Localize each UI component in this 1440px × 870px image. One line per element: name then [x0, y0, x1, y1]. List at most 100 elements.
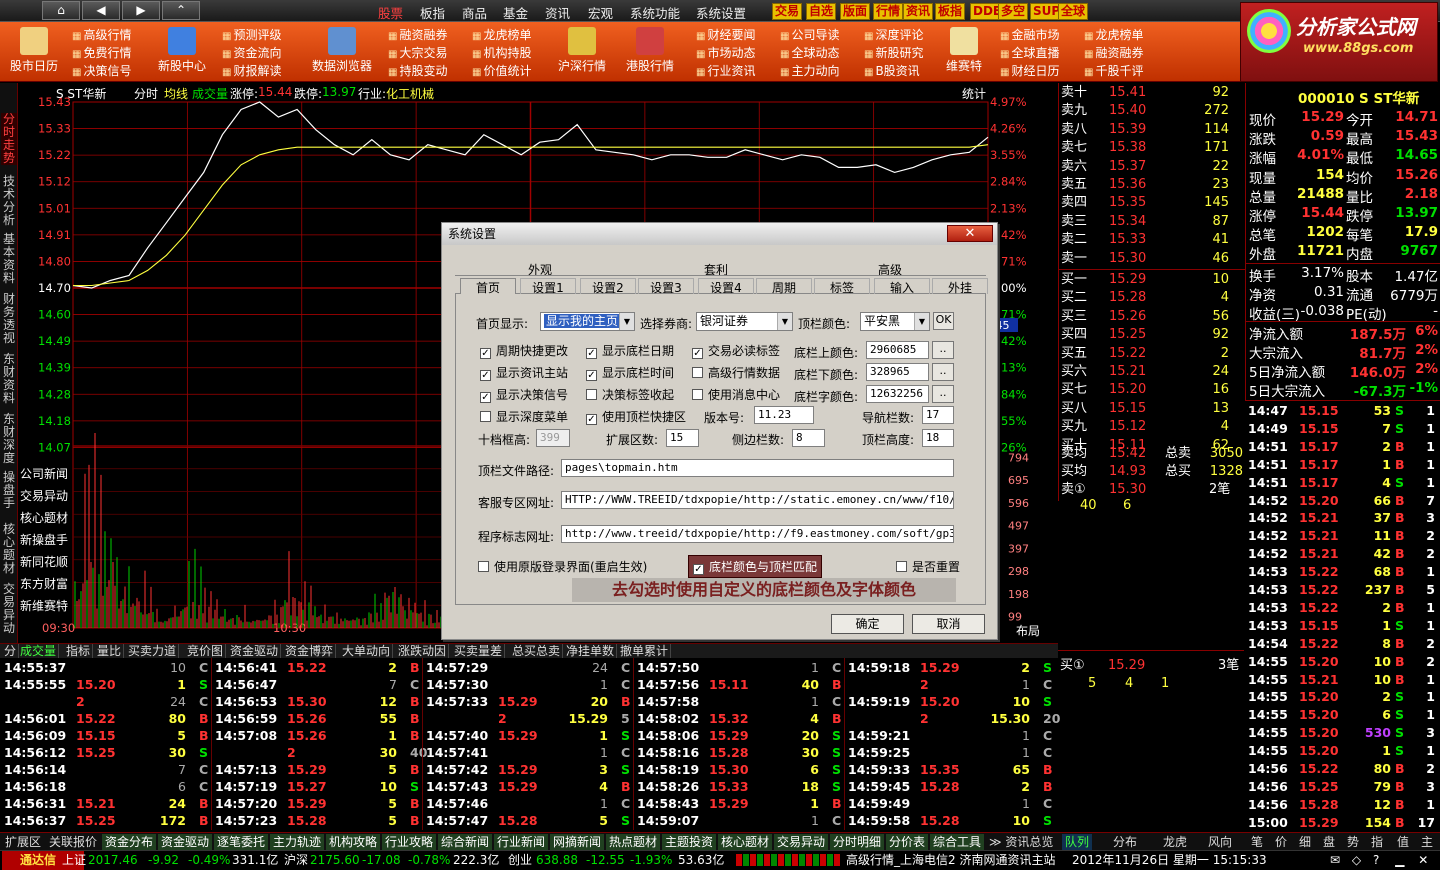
news-link-0[interactable]: 公司新闻: [20, 465, 68, 482]
nav-button-0[interactable]: ⌂: [42, 1, 80, 20]
bottom-tab-2[interactable]: 资金分布: [102, 834, 157, 850]
bar-bottom-color-input[interactable]: 328965: [866, 363, 929, 381]
toolbar-item-26[interactable]: 千股千评: [1084, 62, 1143, 79]
news-link-2[interactable]: 核心题材: [20, 509, 68, 526]
side-tab-8[interactable]: 交易异动: [1, 583, 17, 635]
toolbar-item-14[interactable]: 行业资讯: [696, 62, 755, 79]
bottom-tab-4[interactable]: 逐笔委托: [214, 834, 269, 850]
panel-tab-8[interactable]: 势: [1344, 834, 1362, 850]
bottom-tab-13[interactable]: 核心题材: [718, 834, 773, 850]
toolbar-item-16[interactable]: 全球动态: [780, 44, 839, 61]
option-3[interactable]: ✓ 显示资讯主站: [480, 364, 568, 381]
bottom-tab-3[interactable]: 资金驱动: [158, 834, 213, 850]
option-0[interactable]: ✓ 周期快捷更改: [480, 342, 568, 359]
option-2[interactable]: ✓ 交易必读标签: [692, 342, 780, 359]
panel-tab-1[interactable]: 分布: [1110, 834, 1140, 850]
toolbar-item-25[interactable]: 融资融券: [1084, 44, 1143, 61]
news-link-1[interactable]: 交易异动: [20, 487, 68, 504]
toolbar-item-1[interactable]: 免费行情: [72, 44, 131, 61]
toolbar-item-17[interactable]: 主力动向: [780, 62, 839, 79]
toolbar-item-23[interactable]: 财经日历: [1000, 62, 1059, 79]
toolbar-item-0[interactable]: 高级行情: [72, 26, 131, 43]
toolbar-big-5[interactable]: 维赛特: [932, 24, 996, 80]
mode-tab-vol[interactable]: 成交量: [192, 85, 228, 102]
bottom-tab-5[interactable]: 主力轨迹: [270, 834, 325, 850]
quick-5[interactable]: 板指: [935, 3, 966, 20]
dialog-tab-5[interactable]: 周期: [756, 278, 812, 295]
option-10[interactable]: ✓ 使用顶栏快捷区: [586, 408, 686, 425]
quick-2[interactable]: 版面: [840, 3, 871, 20]
dialog-title[interactable]: 系统设置: [442, 223, 997, 245]
quick-4[interactable]: 资讯: [903, 3, 934, 20]
option-5[interactable]: 高级行情数据: [692, 364, 780, 381]
nav-button-1[interactable]: ◀: [82, 1, 120, 20]
nav-button-2[interactable]: ▶: [122, 1, 160, 20]
side-tab-7[interactable]: 核心题材: [1, 523, 17, 575]
dialog-tab-1[interactable]: 设置1: [520, 278, 576, 295]
bottom-tab-11[interactable]: 热点题材: [606, 834, 661, 850]
layout-button[interactable]: 布局: [1016, 622, 1040, 639]
bar-color-select[interactable]: 平安黑 ▼: [860, 312, 930, 331]
dialog-tab-2[interactable]: 设置2: [580, 278, 636, 295]
subtab-0[interactable]: 分: [2, 644, 20, 658]
home-display-select[interactable]: 显示我的主页 ▼: [540, 312, 635, 331]
toolbar-item-13[interactable]: 市场动态: [696, 44, 755, 61]
toolbar-item-12[interactable]: 财经要闻: [696, 26, 755, 43]
dialog-tab-8[interactable]: 外挂: [932, 278, 988, 295]
mode-tab-avg[interactable]: 均线: [164, 85, 188, 102]
bottom-tab-0[interactable]: 扩展区: [2, 834, 44, 850]
apply-color-button[interactable]: OK: [933, 312, 954, 330]
option-8[interactable]: 使用消息中心: [692, 386, 780, 403]
subtab-10[interactable]: 买卖量差: [452, 644, 506, 658]
dialog-tab-0[interactable]: 首页: [460, 278, 516, 295]
quick-9[interactable]: 全球: [1058, 3, 1089, 20]
subtab-8[interactable]: 大单动向: [340, 644, 394, 658]
toolbar-item-8[interactable]: 持股变动: [388, 62, 447, 79]
panel-tab-6[interactable]: 细: [1296, 834, 1314, 850]
bottom-tab-14[interactable]: 交易异动: [774, 834, 829, 850]
option-1[interactable]: ✓ 显示底栏日期: [586, 342, 674, 359]
toolbar-big-4[interactable]: 港股行情: [618, 24, 682, 80]
panel-tab-11[interactable]: 主: [1418, 834, 1436, 850]
panel-tab-2[interactable]: 龙虎: [1160, 834, 1190, 850]
toolbar-item-10[interactable]: 机构持股: [472, 44, 531, 61]
toolbar-item-4[interactable]: 资金流向: [222, 44, 281, 61]
panel-tab-10[interactable]: 值: [1394, 834, 1412, 850]
nav-button-3[interactable]: ⌃: [162, 1, 200, 20]
toolbar-item-24[interactable]: 龙虎榜单: [1084, 26, 1143, 43]
subtab-11[interactable]: 总买总卖: [510, 644, 564, 658]
old-login-option[interactable]: 使用原版登录界面(重启生效): [478, 558, 647, 575]
bottom-tab-8[interactable]: 综合新闻: [438, 834, 493, 850]
broker-select[interactable]: 银河证券 ▼: [696, 312, 793, 331]
quick-3[interactable]: 行情: [873, 3, 904, 20]
menu-0[interactable]: 股票: [378, 3, 403, 22]
subtab-1[interactable]: 成交量: [18, 644, 60, 658]
side-tab-5[interactable]: 东财深度: [1, 413, 17, 465]
toolbar-item-3[interactable]: 预测评级: [222, 26, 281, 43]
bar-bottom-color-browse[interactable]: ..: [932, 363, 954, 381]
top-height-input[interactable]: 18: [922, 429, 954, 447]
menu-7[interactable]: 系统设置: [696, 3, 746, 22]
subtab-3[interactable]: 量比: [95, 644, 125, 658]
subtab-7[interactable]: 资金博弈: [283, 644, 337, 658]
option-7[interactable]: 决策标签收起: [586, 386, 674, 403]
toolbar-item-15[interactable]: 公司导读: [780, 26, 839, 43]
panel-tab-0[interactable]: 队列: [1062, 834, 1093, 850]
bottom-tab-17[interactable]: 综合工具: [930, 834, 985, 850]
bar-font-color-browse[interactable]: ..: [932, 385, 954, 403]
mode-tab-time[interactable]: 分时: [134, 85, 158, 102]
toolbar-item-2[interactable]: 决策信号: [72, 62, 131, 79]
subtab-13[interactable]: 撤单累计: [618, 644, 672, 658]
panel-tab-5[interactable]: 价: [1272, 834, 1290, 850]
toolbar-big-1[interactable]: 新股中心: [150, 24, 214, 80]
toolbar-item-22[interactable]: 全球直播: [1000, 44, 1059, 61]
dialog-tab-3[interactable]: 设置3: [638, 278, 694, 295]
ext-count-input[interactable]: 15: [666, 429, 699, 447]
server-info[interactable]: 高级行情_上海电信2 济南网通资讯主站: [846, 851, 1055, 869]
bottom-tab-6[interactable]: 机构攻略: [326, 834, 381, 850]
toolbar-item-7[interactable]: 大宗交易: [388, 44, 447, 61]
panel-tab-9[interactable]: 指: [1368, 834, 1386, 850]
side-tab-1[interactable]: 技术分析: [1, 175, 17, 227]
toolbar-item-20[interactable]: B股资讯: [864, 62, 919, 79]
toolbar-big-2[interactable]: 数据浏览器: [310, 24, 374, 80]
